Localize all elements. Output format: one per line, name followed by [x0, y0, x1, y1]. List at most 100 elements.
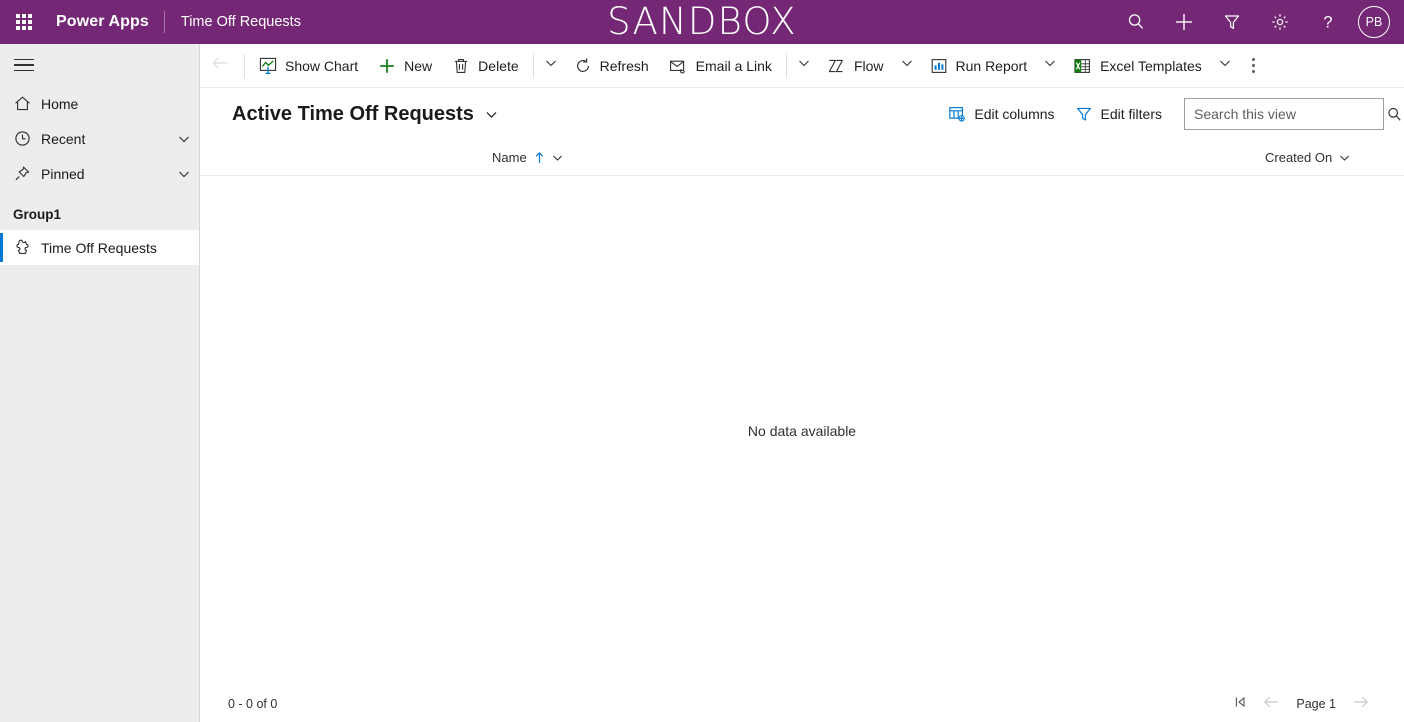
chevron-down-icon[interactable]: [551, 151, 564, 164]
command-label: Email a Link: [695, 57, 772, 74]
command-label: New: [404, 57, 433, 74]
avatar[interactable]: PB: [1358, 6, 1390, 38]
search-button[interactable]: [1112, 0, 1160, 44]
empty-state-message: No data available: [747, 423, 857, 439]
help-button[interactable]: ?: [1304, 0, 1352, 44]
run-report-button[interactable]: Run Report: [920, 44, 1038, 88]
sidebar-item-time-off-requests[interactable]: Time Off Requests: [0, 230, 199, 265]
show-chart-button[interactable]: Show Chart: [249, 44, 368, 88]
first-page-button[interactable]: [1226, 689, 1256, 719]
more-commands-button[interactable]: [1238, 44, 1270, 88]
show-chart-icon: [259, 57, 277, 75]
sidebar-item-label: Home: [41, 95, 79, 112]
main-content: Active Time Off Requests Edit columns Ed…: [200, 88, 1404, 722]
excel-templates-chevron-button[interactable]: [1212, 44, 1238, 88]
command-divider: [244, 53, 245, 78]
app-header: Power Apps Time Off Requests SANDBOX ? P…: [0, 0, 1404, 44]
page-label: Page 1: [1296, 697, 1336, 711]
chevron-down-icon: [1043, 56, 1057, 75]
previous-page-button[interactable]: [1256, 689, 1286, 719]
command-label: Excel Templates: [1100, 57, 1202, 74]
search-icon: [1126, 12, 1146, 32]
edit-columns-button[interactable]: Edit columns: [938, 98, 1064, 130]
chevron-down-icon[interactable]: [1338, 151, 1351, 164]
app-launcher-button[interactable]: [0, 0, 48, 44]
command-label: Delete: [478, 57, 519, 74]
edit-filters-label: Edit filters: [1100, 106, 1162, 122]
sidebar: Home Recent Pinned Group1 Time Off Reque…: [0, 44, 200, 722]
command-label: Flow: [853, 57, 884, 74]
flow-button[interactable]: Flow: [817, 44, 894, 88]
email-a-link-button[interactable]: Email a Link: [659, 44, 782, 88]
delete-chevron-button[interactable]: [538, 44, 564, 88]
command-label: Run Report: [955, 57, 1028, 74]
flow-icon: [827, 57, 846, 75]
sidebar-item-pinned[interactable]: Pinned: [0, 156, 199, 191]
delete-button[interactable]: Delete: [442, 44, 528, 88]
chevron-down-icon[interactable]: [169, 167, 199, 181]
edit-filters-button[interactable]: Edit filters: [1065, 98, 1172, 130]
record-count: 0 - 0 of 0: [228, 697, 278, 711]
filter-icon: [1222, 12, 1242, 32]
header-divider: [163, 11, 165, 33]
grid-footer: 0 - 0 of 0 Page 1: [200, 686, 1404, 722]
svg-text:?: ?: [1323, 14, 1332, 32]
refresh-button[interactable]: Refresh: [564, 44, 659, 88]
column-header-label: Name: [492, 150, 527, 165]
next-page-button[interactable]: [1346, 689, 1376, 719]
view-selector-chevron-icon[interactable]: [484, 107, 499, 122]
sidebar-item-home[interactable]: Home: [0, 86, 199, 121]
gear-icon: [1270, 12, 1290, 32]
sort-ascending-icon: [534, 151, 545, 164]
pagination: Page 1: [1226, 689, 1376, 719]
filter-button[interactable]: [1208, 0, 1256, 44]
plus-icon: [378, 57, 396, 75]
email-link-icon: [669, 57, 688, 75]
help-icon: ?: [1318, 12, 1338, 32]
settings-button[interactable]: [1256, 0, 1304, 44]
home-icon: [13, 94, 41, 113]
email-a-link-chevron-button[interactable]: [791, 44, 817, 88]
column-header-name[interactable]: Name: [492, 140, 564, 176]
command-label: Show Chart: [285, 57, 359, 74]
trash-icon: [452, 57, 470, 75]
command-divider: [532, 53, 534, 78]
command-divider: [785, 53, 787, 78]
chevron-down-icon: [797, 56, 811, 75]
ellipsis-icon: [1252, 58, 1256, 62]
view-title[interactable]: Active Time Off Requests: [232, 103, 474, 126]
column-header-created-on[interactable]: Created On: [1265, 140, 1351, 176]
sidebar-item-label: Pinned: [41, 165, 85, 182]
back-button[interactable]: [200, 44, 240, 88]
arrow-left-icon: [1262, 694, 1280, 715]
search-icon[interactable]: [1377, 106, 1404, 123]
excel-templates-button[interactable]: Excel Templates: [1063, 44, 1212, 88]
edit-columns-icon: [948, 105, 966, 123]
run-report-chevron-button[interactable]: [1037, 44, 1063, 88]
new-button[interactable]: New: [368, 44, 442, 88]
sidebar-item-recent[interactable]: Recent: [0, 121, 199, 156]
pin-icon: [13, 164, 41, 183]
chevron-down-icon: [1218, 56, 1232, 75]
clock-icon: [13, 129, 41, 148]
refresh-icon: [574, 57, 592, 75]
first-page-icon: [1233, 694, 1249, 715]
edit-columns-label: Edit columns: [974, 106, 1055, 122]
grid-body: No data available: [200, 176, 1404, 686]
quick-create-button[interactable]: [1160, 0, 1208, 44]
sidebar-group-title: Group1: [13, 207, 62, 222]
command-label: Refresh: [599, 57, 649, 74]
run-report-icon: [930, 57, 948, 75]
brand-title[interactable]: Power Apps: [56, 13, 164, 31]
arrow-right-icon: [1352, 694, 1370, 715]
waffle-icon: [16, 14, 32, 30]
search-view-box[interactable]: [1184, 98, 1401, 130]
command-bar: Show Chart New Delete Refresh Email a Li…: [200, 44, 1404, 88]
flow-chevron-button[interactable]: [894, 44, 920, 88]
view-header: Active Time Off Requests Edit columns Ed…: [200, 88, 1404, 140]
filter-icon: [1075, 105, 1093, 123]
chevron-down-icon[interactable]: [169, 132, 199, 146]
app-name[interactable]: Time Off Requests: [181, 14, 301, 30]
search-input[interactable]: [1185, 105, 1377, 123]
sidebar-collapse-button[interactable]: [0, 44, 199, 86]
